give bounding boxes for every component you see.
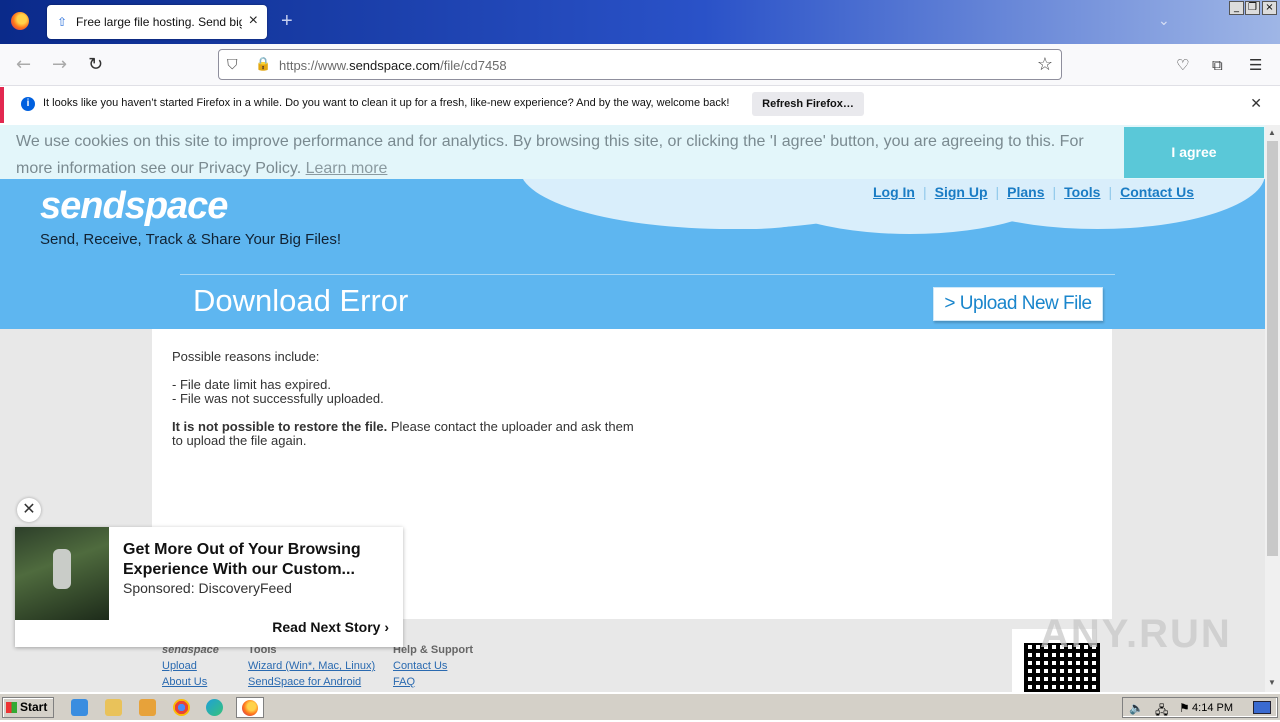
signup-link[interactable]: Sign Up — [935, 184, 988, 200]
reason-item: - File was not successfully uploaded. — [172, 391, 384, 406]
edge-icon[interactable] — [206, 699, 223, 716]
footer-link[interactable]: Wizard (Win*, Mac, Linux) — [248, 658, 375, 674]
close-notification-icon[interactable]: ✕ — [1250, 95, 1262, 112]
refresh-notification-bar: i It looks like you haven’t started Fire… — [0, 87, 1280, 123]
reasons-intro: Possible reasons include: — [172, 349, 320, 364]
tools-link[interactable]: Tools — [1064, 184, 1100, 200]
back-arrow-icon[interactable]: ← — [16, 54, 31, 75]
volume-icon[interactable]: 🔈 — [1129, 701, 1144, 715]
scroll-up-icon[interactable]: ▲ — [1268, 128, 1276, 137]
refresh-firefox-button[interactable]: Refresh Firefox… — [752, 92, 864, 116]
close-ad-icon[interactable]: ✕ — [17, 498, 41, 522]
reload-icon[interactable]: ↻ — [88, 54, 103, 75]
list-tabs-chevron-icon[interactable]: ⌄ — [1158, 12, 1170, 29]
minimize-window-button[interactable]: _ — [1229, 1, 1244, 15]
forward-arrow-icon[interactable]: → — [52, 54, 67, 75]
tracking-shield-icon[interactable]: ⛉ — [227, 56, 238, 73]
anyrun-watermark: ANY.RUN — [1040, 612, 1232, 656]
system-tray: 🔈 🖧 ⚑ 4:14 PM — [1122, 697, 1278, 718]
extensions-icon[interactable]: ⧉ — [1212, 56, 1223, 74]
sponsored-story-popup[interactable]: Get More Out of Your Browsing Experience… — [15, 527, 403, 647]
footer-link[interactable]: Contact Us — [393, 658, 473, 674]
ad-thumbnail[interactable] — [15, 527, 109, 620]
restore-message-cont: to upload the file again. — [172, 433, 307, 448]
windows-logo-icon — [6, 702, 17, 713]
tab-active[interactable]: ⇧ Free large file hosting. Send big file… — [47, 5, 267, 39]
clock[interactable]: 4:14 PM — [1192, 702, 1233, 714]
footer-col-tools: Tools Wizard (Win*, Mac, Linux) SendSpac… — [248, 644, 376, 690]
page-title: Download Error — [193, 283, 409, 318]
page-scrollbar[interactable]: ▲ ▼ — [1265, 125, 1280, 692]
action-center-flag-icon[interactable]: ⚑ — [1179, 701, 1190, 715]
footer-link[interactable]: Upload — [162, 658, 219, 674]
tab-bar: ⇧ Free large file hosting. Send big file… — [0, 0, 1280, 44]
media-player-icon[interactable] — [139, 699, 156, 716]
read-next-story-link[interactable]: Read Next Story › — [272, 619, 389, 635]
footer-link[interactable]: About Us — [162, 674, 219, 690]
pocket-icon[interactable]: ♡ — [1176, 56, 1189, 74]
login-link[interactable]: Log In — [873, 184, 915, 200]
plans-link[interactable]: Plans — [1007, 184, 1044, 200]
i-agree-button[interactable]: I agree — [1124, 127, 1264, 178]
padlock-icon[interactable]: 🔒 — [255, 56, 271, 72]
notification-message: It looks like you haven’t started Firefo… — [43, 97, 730, 109]
sendspace-favicon-icon: ⇧ — [57, 15, 68, 29]
site-tagline: Send, Receive, Track & Share Your Big Fi… — [40, 231, 341, 248]
scrollbar-thumb[interactable] — [1267, 141, 1278, 556]
scroll-down-icon[interactable]: ▼ — [1268, 678, 1276, 687]
restore-window-button[interactable]: ❐ — [1245, 1, 1260, 15]
show-desktop-icon[interactable] — [1253, 701, 1271, 714]
info-icon: i — [21, 97, 35, 111]
footer-link[interactable]: SendSpace for Android — [248, 674, 375, 690]
url-bar[interactable]: ⛉ 🔒 https://www.sendspace.com/file/cd745… — [218, 49, 1062, 80]
internet-explorer-icon[interactable] — [71, 699, 88, 716]
tab-title: Free large file hosting. Send big file — [76, 15, 242, 29]
reason-item: - File date limit has expired. — [172, 377, 331, 392]
restore-message: It is not possible to restore the file. … — [172, 419, 634, 434]
ad-sponsor: Sponsored: DiscoveryFeed — [123, 580, 292, 596]
footer-col-help: Help & Support Contact Us FAQ — [393, 644, 474, 690]
learn-more-link[interactable]: Learn more — [306, 160, 388, 177]
url-text[interactable]: https://www.sendspace.com/file/cd7458 — [279, 58, 507, 73]
close-tab-icon[interactable]: × — [249, 12, 258, 30]
firefox-taskbar-button[interactable] — [236, 697, 264, 718]
firefox-logo-icon[interactable] — [11, 12, 29, 30]
footer-link[interactable]: FAQ — [393, 674, 473, 690]
upload-new-file-button[interactable]: > Upload New File — [933, 287, 1103, 321]
menu-hamburger-icon[interactable]: ☰ — [1249, 56, 1262, 74]
site-header: sendspace Send, Receive, Track & Share Y… — [0, 125, 1265, 329]
footer-col-sendspace: sendspace Upload About Us — [162, 644, 219, 690]
ad-headline[interactable]: Get More Out of Your Browsing Experience… — [123, 540, 393, 580]
bookmark-star-icon[interactable]: ☆ — [1037, 54, 1053, 75]
start-button[interactable]: Start — [2, 697, 54, 718]
file-explorer-icon[interactable] — [105, 699, 122, 716]
header-divider — [180, 274, 1115, 275]
chrome-icon[interactable] — [173, 699, 190, 716]
network-icon[interactable]: 🖧 — [1155, 701, 1168, 722]
navigation-toolbar: ← → ↻ ⛉ 🔒 https://www.sendspace.com/file… — [0, 44, 1280, 86]
close-window-button[interactable]: × — [1262, 1, 1277, 15]
contact-us-link[interactable]: Contact Us — [1120, 184, 1194, 200]
windows-taskbar: Start 🔈 🖧 ⚑ 4:14 PM — [0, 693, 1280, 720]
cookie-banner: We use cookies on this site to improve p… — [0, 125, 1265, 179]
chevron-right-icon: › — [384, 619, 389, 635]
firefox-icon — [242, 700, 258, 716]
top-nav: Log In | Sign Up | Plans | Tools | Contact Us — [873, 184, 1195, 200]
new-tab-icon[interactable]: + — [281, 10, 293, 33]
sendspace-logo[interactable]: sendspace — [40, 185, 228, 228]
cookie-text: We use cookies on this site to improve p… — [16, 133, 1084, 177]
